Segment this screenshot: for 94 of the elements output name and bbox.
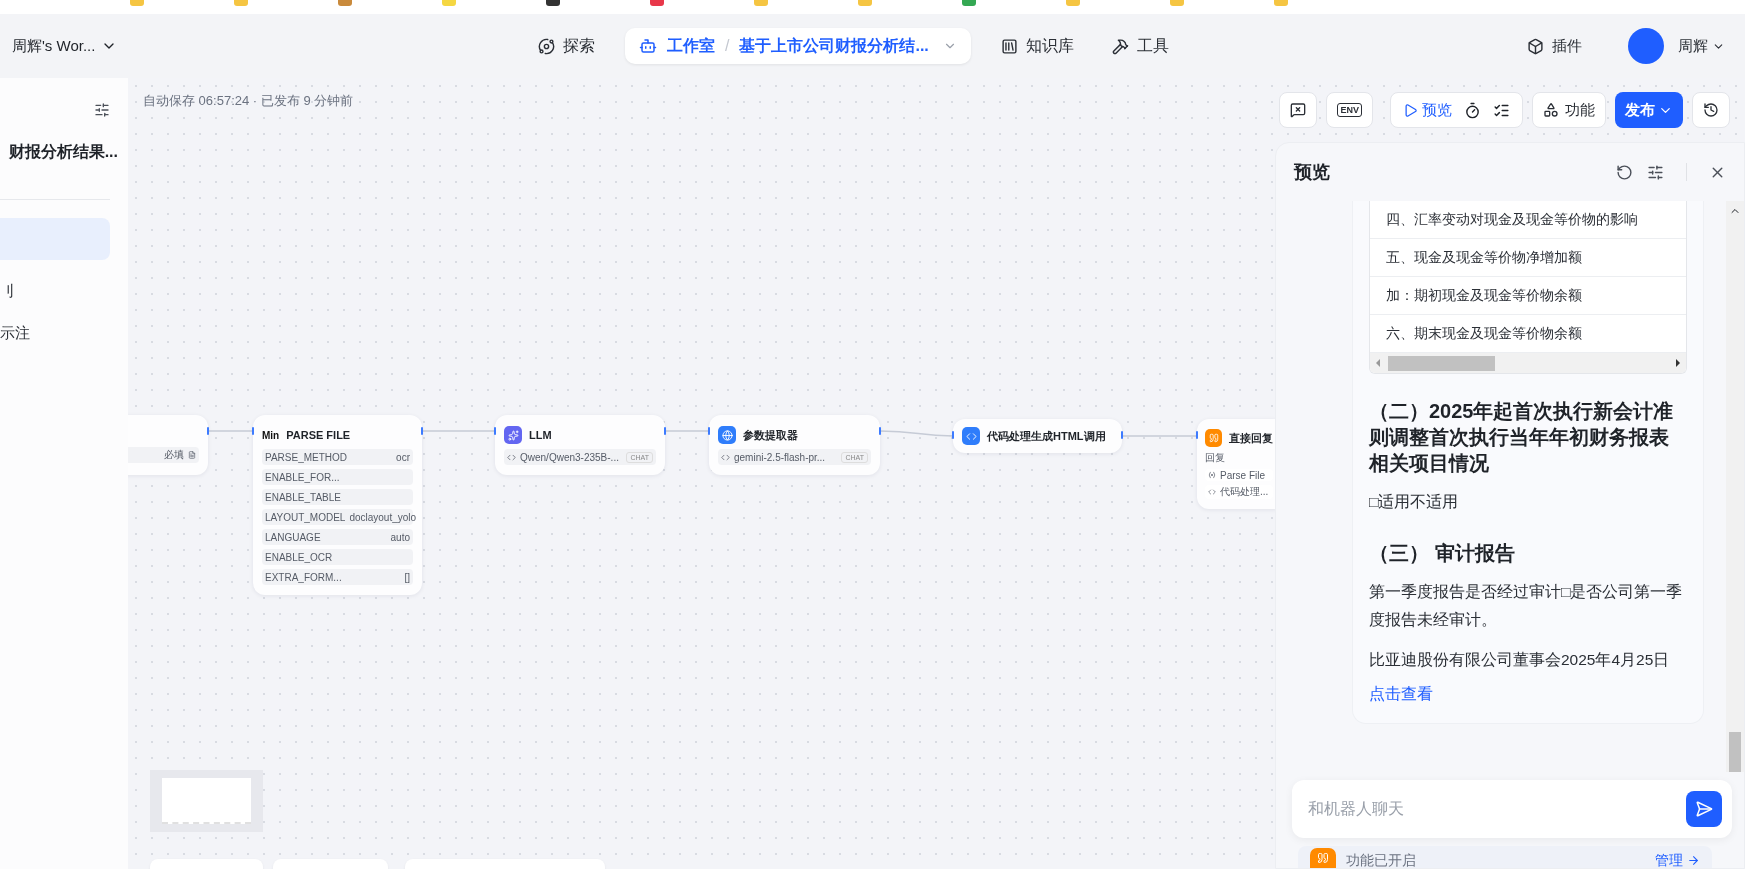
workspace-switcher[interactable]: 周辉's Wor...	[12, 36, 118, 56]
sidebar-item[interactable]: 示注	[0, 312, 110, 354]
chat-input[interactable]: 和机器人聊天	[1306, 799, 1686, 819]
scrollbar-thumb[interactable]	[1729, 732, 1741, 772]
code-icon	[721, 452, 730, 462]
param-row: ENABLE_OCR	[262, 549, 413, 565]
param-row: ENABLE_TABLE	[262, 489, 413, 505]
code-icon	[1208, 488, 1216, 496]
studio-tab[interactable]: 工作室 / 基于上市公司财报分析结...	[625, 28, 971, 64]
param-row: PARSE_METHOD ocr	[262, 449, 413, 465]
field-label: 回复	[1205, 451, 1226, 465]
node-title: 代码处理生成HTML调用	[987, 428, 1106, 444]
port-handle[interactable]	[494, 427, 496, 435]
node-title: LLM	[529, 429, 552, 441]
manage-link[interactable]: 管理	[1655, 852, 1700, 868]
section-heading: （二）2025年起首次执行新会计准则调整首次执行当年年初财务报表相关项目情况	[1369, 399, 1675, 476]
workflow-node[interactable]: Min PARSE FILE PARSE_METHOD ocr ENABLE_FOR... ENABLE_TABLE LAYOUT_MODEL doclayout_yolo LANGUAGE auto ENABLE_OCR EXTRA_FORM... []	[253, 415, 422, 595]
logo: Min	[262, 429, 280, 441]
sidebar-item[interactable]: 刂	[0, 270, 110, 312]
reset-icon	[1616, 163, 1633, 181]
node-title: 直接回复	[1229, 430, 1273, 446]
scrollbar-thumb[interactable]	[1388, 355, 1495, 371]
port-handle[interactable]	[879, 427, 881, 435]
publish-button[interactable]: 发布	[1615, 92, 1683, 128]
vertical-scrollbar[interactable]	[1726, 201, 1744, 772]
paragraph: 比亚迪股份有限公司董事会2025年4月25日	[1369, 650, 1671, 670]
view-link[interactable]: 点击查看	[1369, 684, 1433, 705]
timer-icon[interactable]	[1464, 101, 1481, 119]
connector-line	[664, 430, 710, 432]
project-title: 财报分析结果...	[8, 142, 119, 162]
paragraph: □适用不适用	[1369, 492, 1460, 512]
node-title: 参数提取器	[743, 427, 798, 443]
arrow-right-icon	[1687, 853, 1700, 867]
send-button[interactable]	[1686, 791, 1722, 827]
chat-box[interactable]: 和机器人聊天	[1292, 780, 1732, 838]
env-button[interactable]: ENV	[1326, 92, 1373, 128]
globe-icon	[718, 426, 736, 444]
settings-button[interactable]	[1647, 163, 1664, 181]
port-handle[interactable]	[207, 427, 209, 435]
message-x-icon	[1290, 102, 1307, 118]
table-cell: 加：期初现金及现金等价物余额	[1370, 277, 1686, 315]
cube-icon	[1527, 37, 1544, 55]
issues-button[interactable]	[1279, 92, 1318, 128]
code-icon	[962, 427, 980, 445]
section-heading: （三） 审计报告	[1369, 541, 1516, 566]
book-icon	[1001, 37, 1018, 55]
horizontal-scrollbar[interactable]	[1370, 353, 1686, 373]
reset-button[interactable]	[1616, 163, 1633, 181]
variable-icon	[1208, 471, 1216, 479]
robot-icon	[639, 37, 657, 55]
right-arrow-icon[interactable]	[1674, 358, 1682, 368]
send-icon	[1695, 800, 1713, 818]
port-handle[interactable]	[1121, 431, 1123, 439]
param-row: LANGUAGE auto	[262, 529, 413, 545]
nav-tab[interactable]: 探索	[530, 29, 603, 63]
preview-button[interactable]: 预览	[1403, 100, 1452, 120]
bookmark-icon[interactable]	[546, 0, 560, 6]
history-button[interactable]	[1692, 92, 1730, 128]
hammer-icon	[1112, 37, 1129, 55]
param-row: EXTRA_FORM... []	[262, 569, 413, 585]
file-icon	[188, 451, 196, 459]
panel-title: 预览	[1294, 161, 1330, 184]
nav-tab[interactable]: 工具	[1104, 29, 1177, 63]
avatar[interactable]	[1628, 28, 1664, 64]
features-status: 功能已开启	[1346, 852, 1416, 868]
port-handle[interactable]	[708, 427, 710, 435]
plugins-button[interactable]: 插件	[1521, 35, 1588, 57]
play-icon	[1403, 102, 1418, 118]
param-row: ENABLE_FOR...	[262, 469, 413, 485]
shapes-icon	[1543, 102, 1559, 118]
save-status: 自动保存 06:57:24 · 已发布 9 分钟前	[143, 92, 354, 110]
port-handle[interactable]	[252, 427, 254, 435]
port-handle[interactable]	[664, 427, 666, 435]
features-button[interactable]: 功能	[1532, 92, 1606, 128]
paragraph: 第一季度报告是否经过审计□是否公司第一季度报告未经审计。	[1369, 582, 1684, 630]
port-handle[interactable]	[1196, 431, 1198, 439]
connector-line	[207, 430, 254, 432]
user-menu[interactable]: 周辉	[1678, 36, 1725, 56]
code-icon	[507, 452, 516, 462]
table-cell: 五、现金及现金等价物净增加额	[1370, 239, 1686, 277]
nav-tab[interactable]: 知识库	[993, 29, 1082, 63]
left-arrow-icon[interactable]	[1374, 358, 1382, 368]
port-handle[interactable]	[952, 431, 954, 439]
orbit-icon	[538, 37, 555, 55]
param-row: 必填	[128, 447, 199, 463]
settings-icon	[1647, 163, 1664, 181]
workflow-node[interactable]: 必填	[128, 415, 208, 475]
workflow-node[interactable]: 代码处理生成HTML调用	[953, 419, 1122, 453]
port-handle[interactable]	[421, 427, 423, 435]
node-title: PARSE FILE	[286, 429, 351, 441]
workflow-node[interactable]: 直接回复 回复 Parse File 代码处理...	[1197, 419, 1277, 509]
table-cell: 四、汇率变动对现金及现金等价物的影响	[1370, 201, 1686, 239]
settings-icon[interactable]	[94, 102, 110, 118]
history-icon	[1703, 102, 1719, 118]
